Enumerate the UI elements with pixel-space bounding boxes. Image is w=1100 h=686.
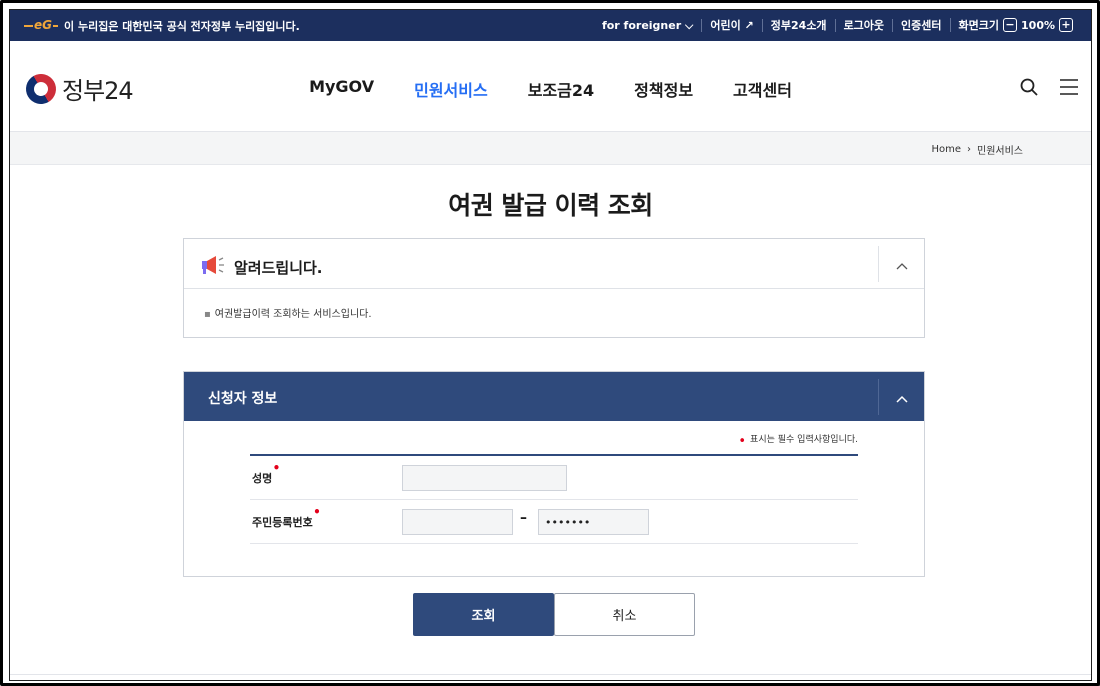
form-row-name: 성명 • (250, 456, 858, 500)
nav-policy-info[interactable]: 정책정보 (614, 77, 713, 101)
zoom-in-button[interactable]: + (1059, 18, 1073, 32)
egov-logo-text: eG (33, 18, 53, 32)
browser-viewport: eG 이 누리집은 대한민국 공식 전자정부 누리집입니다. for forei… (9, 9, 1092, 681)
notice-title-text: 알려드립니다. (234, 258, 323, 277)
applicant-section: 신청자 정보 • 표시는 필수 입력사항입니다. 성명 • 주민등록번호 • – (183, 371, 925, 577)
applicant-header: 신청자 정보 (184, 372, 924, 421)
bullet-dot: ▪ (204, 309, 211, 320)
breadcrumb-current[interactable]: 민원서비스 (977, 142, 1023, 157)
notice-body: ▪ 여권발급이력 조회하는 서비스입니다. (184, 289, 924, 336)
notice-title: 알려드립니다. (200, 254, 323, 280)
breadcrumb: Home › 민원서비스 (931, 142, 1023, 157)
submit-button[interactable]: 조회 (413, 593, 554, 636)
cancel-button[interactable]: 취소 (554, 593, 695, 636)
gov-notice-text: 이 누리집은 대한민국 공식 전자정부 누리집입니다. (64, 20, 300, 33)
applicant-collapse-button[interactable] (878, 379, 924, 415)
rrn-label: 주민등록번호 • (252, 505, 321, 530)
for-foreigner-dropdown[interactable]: for foreigner ⌵ (594, 19, 701, 32)
chevron-up-icon (896, 255, 908, 274)
site-header: 정부24 MyGOV 민원서비스 보조금24 정책정보 고객센터 (10, 41, 1091, 132)
required-mark: • (272, 461, 281, 475)
about-link[interactable]: 정부24소개 (761, 18, 835, 32)
nav-subsidy24[interactable]: 보조금24 (508, 77, 614, 101)
name-input[interactable] (402, 465, 567, 491)
kids-link[interactable]: 어린이 ↗ (701, 18, 761, 32)
rrn-back-input[interactable] (538, 509, 649, 535)
menu-icon[interactable] (1059, 78, 1079, 100)
utility-menu: for foreigner ⌵ 어린이 ↗ 정부24소개 로그아웃 인증센터 화… (594, 18, 1081, 32)
applicant-title: 신청자 정보 (208, 391, 278, 407)
nav-mygov[interactable]: MyGOV (289, 77, 394, 101)
form-row-rrn: 주민등록번호 • – (250, 500, 858, 544)
rrn-label-text: 주민등록번호 (252, 516, 313, 529)
external-link-icon: ↗ (744, 18, 754, 32)
required-mark: • (738, 434, 747, 449)
notice-header: 알려드립니다. (184, 239, 924, 289)
required-note: • 표시는 필수 입력사항입니다. (738, 432, 858, 449)
zoom-control: 화면크기 − 100% + (949, 18, 1081, 32)
divider (10, 674, 1091, 675)
applicant-form: 성명 • 주민등록번호 • – (250, 454, 858, 544)
megaphone-icon (200, 254, 226, 280)
zoom-value: 100% (1021, 18, 1055, 32)
required-note-text: 표시는 필수 입력사항입니다. (750, 435, 858, 445)
chevron-down-icon: ⌵ (684, 18, 694, 32)
gov-notice-bar: eG 이 누리집은 대한민국 공식 전자정부 누리집입니다. for forei… (10, 10, 1091, 41)
window-frame: eG 이 누리집은 대한민국 공식 전자정부 누리집입니다. for forei… (0, 0, 1100, 686)
logout-link[interactable]: 로그아웃 (834, 18, 892, 32)
main-nav: MyGOV 민원서비스 보조금24 정책정보 고객센터 (10, 77, 1091, 101)
chevron-right-icon: › (967, 144, 971, 155)
for-foreigner-label: for foreigner (601, 18, 682, 32)
rrn-front-input[interactable] (402, 509, 513, 535)
nav-civil-service[interactable]: 민원서비스 (394, 77, 508, 101)
breadcrumb-bar: Home › 민원서비스 (10, 132, 1091, 165)
rrn-dash: – (520, 510, 527, 526)
zoom-out-button[interactable]: − (1003, 18, 1018, 32)
breadcrumb-home[interactable]: Home (931, 144, 961, 155)
notice-panel: 알려드립니다. ▪ 여권발급이력 조회하는 서비스입니다. (183, 238, 925, 338)
page-title: 여권 발급 이력 조회 (448, 191, 653, 220)
name-label-text: 성명 (252, 472, 273, 485)
name-label: 성명 • (252, 461, 280, 486)
required-mark: • (313, 505, 321, 519)
notice-collapse-button[interactable] (878, 246, 924, 282)
header-icons (1019, 77, 1079, 101)
kids-label: 어린이 (710, 18, 741, 32)
notice-text: 여권발급이력 조회하는 서비스입니다. (214, 309, 372, 320)
search-icon[interactable] (1019, 77, 1039, 101)
chevron-up-icon (895, 388, 908, 407)
nav-customer-center[interactable]: 고객센터 (713, 77, 812, 101)
egov-logo-icon: eG (24, 18, 58, 33)
gov-notice: eG 이 누리집은 대한민국 공식 전자정부 누리집입니다. (24, 18, 300, 34)
cert-center-link[interactable]: 인증센터 (892, 18, 949, 32)
zoom-label: 화면크기 (958, 18, 1000, 32)
